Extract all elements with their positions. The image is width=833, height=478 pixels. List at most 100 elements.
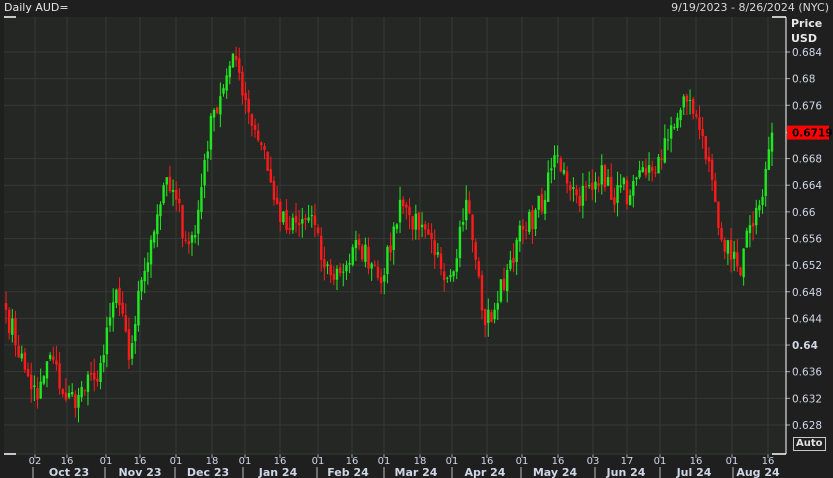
x-month-label: Apr 24: [465, 466, 506, 478]
candle-body: [269, 169, 272, 183]
x-day-tick-label: 02: [29, 456, 42, 467]
y-tick-label: 0.66: [792, 207, 816, 219]
y-tick-label: 0.644: [792, 313, 822, 325]
candle-body: [253, 124, 257, 130]
x-day-tick-label: 01: [378, 456, 391, 467]
candle-body: [452, 271, 455, 277]
candle-body: [461, 222, 465, 225]
candle-body: [534, 209, 537, 230]
candle-body: [134, 324, 137, 342]
candle-body: [216, 107, 219, 114]
candle-body: [487, 309, 490, 323]
candle-body: [742, 248, 745, 278]
candle-body: [348, 263, 351, 265]
candle-body: [67, 392, 71, 398]
y-tick-label: 0.652: [792, 260, 822, 272]
candle-body: [433, 240, 436, 256]
candle-body: [701, 128, 704, 137]
candle-body: [565, 171, 569, 184]
candle-body: [698, 117, 701, 130]
candle-body: [748, 225, 752, 234]
candle-body: [651, 166, 654, 172]
candle-body: [635, 177, 638, 180]
candle-body: [666, 139, 670, 141]
price-chart[interactable]: 02 16 01 16 01 18 01 16 01 16 01 18 01 16 01 16 03 17 01 16…: [0, 0, 833, 478]
x-day-tick-label: 03: [587, 456, 600, 467]
candle-body: [483, 308, 487, 326]
candle-body: [193, 235, 197, 238]
x-month-label: Nov 23: [118, 466, 161, 478]
candle-body: [301, 219, 304, 224]
candle-body: [345, 265, 348, 272]
candle-body: [751, 223, 755, 227]
candle-body: [17, 346, 20, 358]
candle-body: [493, 309, 496, 320]
candle-body: [11, 318, 14, 335]
candle-body: [613, 197, 616, 205]
candle-body: [376, 266, 380, 278]
candle-body: [531, 210, 534, 230]
candle-body: [559, 157, 562, 172]
candle-body: [477, 261, 481, 277]
candle-body: [61, 389, 64, 395]
candle-body: [297, 222, 301, 226]
candle-body: [767, 149, 771, 170]
candle-body: [600, 165, 603, 185]
x-day-tick-label: 01: [239, 456, 252, 467]
candle-body: [338, 267, 342, 274]
candle-body: [745, 230, 748, 248]
candle-body: [197, 209, 200, 234]
candle-body: [310, 215, 313, 217]
candle-body: [102, 355, 105, 363]
candle-body: [36, 387, 39, 400]
candle-body: [351, 247, 354, 265]
x-day-tick-label: 01: [312, 456, 325, 467]
candle-body: [480, 275, 484, 311]
candle-body: [93, 372, 96, 380]
candle-body: [320, 235, 323, 260]
candle-body: [455, 258, 458, 272]
candle-body: [130, 343, 134, 359]
candle-body: [638, 170, 641, 178]
candle-body: [294, 215, 298, 223]
candle-body: [89, 373, 93, 375]
candle-body: [405, 204, 408, 208]
candle-body: [373, 264, 377, 266]
candle-body: [439, 253, 443, 270]
candle-body: [184, 239, 187, 241]
candle-body: [70, 392, 74, 395]
x-day-tick-label: 01: [170, 456, 183, 467]
x-month-label: Aug 24: [736, 466, 780, 478]
candle-body: [149, 239, 153, 265]
candle-body: [48, 355, 52, 359]
candle-body: [86, 374, 90, 392]
candle-body: [33, 385, 36, 388]
x-day-tick-label: 01: [446, 456, 459, 467]
candle-body: [685, 95, 689, 102]
candle-body: [398, 199, 402, 223]
candle-body: [45, 361, 49, 379]
candle-body: [758, 205, 761, 211]
chart-window: Daily AUD= 9/19/2023 - 8/26/2024 (NYC) P…: [0, 0, 833, 478]
candle-body: [260, 142, 263, 146]
candle-body: [490, 312, 493, 322]
auto-scale-button[interactable]: Auto: [793, 437, 826, 451]
y-tick-label: 0.628: [792, 420, 822, 432]
candle-body: [707, 156, 711, 162]
candle-body: [383, 275, 386, 282]
candle-body: [206, 151, 209, 159]
y-tick-label: 0.676: [792, 100, 822, 112]
candle-body: [717, 201, 720, 228]
candle-body: [124, 315, 127, 332]
candle-body: [499, 279, 503, 302]
candle-body: [691, 98, 695, 114]
y-tick-label: 0.684: [792, 47, 822, 59]
candle-body: [225, 75, 228, 91]
candle-body: [682, 96, 685, 108]
candle-body: [411, 216, 414, 230]
candle-body: [74, 394, 77, 409]
y-tick-label: 0.632: [792, 393, 822, 405]
candle-body: [367, 246, 370, 269]
candle-body: [663, 138, 667, 163]
candle-body: [647, 165, 651, 173]
